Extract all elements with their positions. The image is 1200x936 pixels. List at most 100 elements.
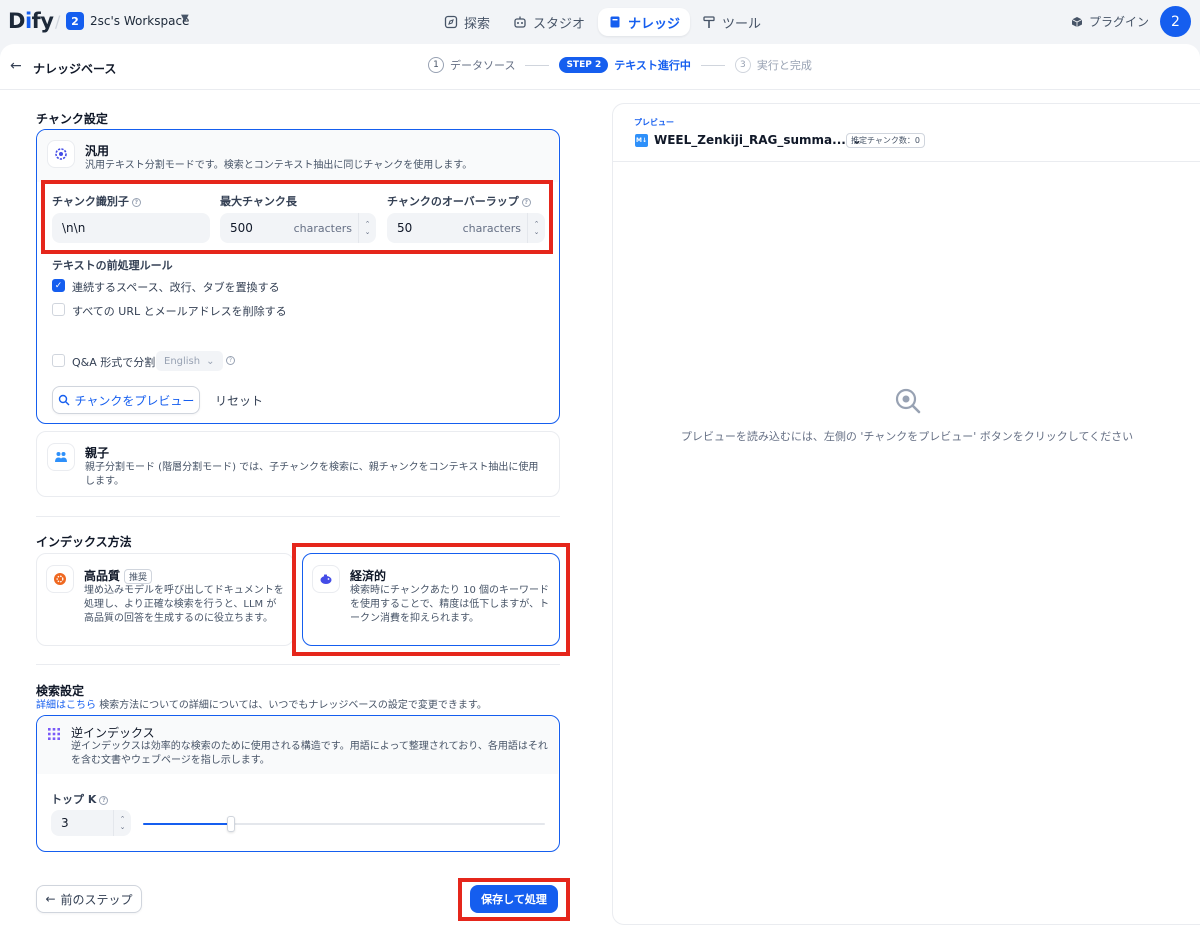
sparkle-icon: [54, 573, 66, 585]
rule1-checkbox[interactable]: ✓: [52, 279, 65, 292]
topk-stepper[interactable]: ⌃ ⌄: [113, 810, 131, 836]
markdown-file-icon: M↓: [635, 133, 648, 147]
search-empty-icon: [895, 388, 921, 414]
avatar[interactable]: 2: [1160, 6, 1191, 37]
nav-explore-label: 探索: [464, 16, 491, 32]
index-method-title: インデックス方法: [36, 535, 132, 549]
step-2-label: テキスト進行中: [614, 59, 691, 72]
high-quality-icon-box: [46, 565, 74, 593]
plugin-button[interactable]: プラグイン: [1071, 13, 1149, 30]
high-quality-desc: 埋め込みモデルを呼び出してドキュメントを処理し、より正確な検索を行うと、LLM …: [84, 585, 284, 624]
preview-pane: プレビュー M↓ WEEL_Zenkiji_RAG_summa... ⌄ 推定チ…: [612, 103, 1200, 925]
compass-icon: [444, 15, 458, 29]
hammer-icon: [703, 16, 715, 28]
inverted-index-desc: 逆インデックスは効率的な検索のために使用される構造です。用語によって整理されてお…: [71, 741, 548, 766]
workspace-name[interactable]: 2sc's Workspace: [90, 14, 189, 28]
preview-file-select[interactable]: M↓ WEEL_Zenkiji_RAG_summa... ⌄: [635, 133, 862, 147]
rule2-checkbox[interactable]: [52, 303, 65, 316]
step-3-number: 3: [734, 57, 751, 73]
grid-dots-icon: [48, 728, 60, 740]
workspace-badge: 2: [66, 12, 84, 30]
parent-child-card[interactable]: 親子 親子分割モード (階層分割モード) では、子チャンクを検索に、親チャンクを…: [36, 431, 560, 497]
cube-icon: [1071, 16, 1083, 27]
highlight-box-chunk-params: [41, 180, 553, 254]
preview-empty-text: プレビューを読み込むには、左側の 'チャンクをプレビュー' ボタンをクリックして…: [680, 430, 1134, 443]
dify-logo[interactable]: Dify: [8, 9, 54, 33]
chevron-down-icon[interactable]: ⌄: [120, 823, 126, 831]
nav-tools[interactable]: ツール: [692, 8, 771, 36]
general-chunk-card[interactable]: 汎用 汎用テキスト分割モードです。検索とコンテキスト抽出に同じチャンクを使用しま…: [36, 129, 560, 424]
learn-more-link[interactable]: 詳細はこちら: [36, 700, 96, 711]
plugin-label: プラグイン: [1089, 15, 1150, 29]
general-card-header: [37, 130, 558, 182]
chevron-up-icon[interactable]: ⌃: [120, 815, 126, 823]
preview-chunks-label: チャンクをプレビュー: [74, 393, 195, 408]
preview-chunks-button[interactable]: チャンクをプレビュー: [52, 386, 200, 414]
topk-value: 3: [61, 816, 69, 830]
rule2-label[interactable]: すべての URL とメールアドレスを削除する: [72, 303, 287, 319]
chunk-settings-title: チャンク設定: [36, 112, 108, 126]
highlight-box-save: [458, 878, 570, 921]
qa-label[interactable]: Q&A 形式で分割: [72, 354, 155, 370]
parent-child-icon-box: [47, 443, 75, 471]
nav-tools-label: ツール: [722, 16, 762, 32]
step-2-pill: STEP 2: [559, 57, 609, 73]
nav-studio-label: スタジオ: [533, 16, 586, 32]
topk-input[interactable]: 3 ⌃ ⌄: [51, 810, 131, 836]
previous-step-button[interactable]: ← 前のステップ: [36, 885, 142, 913]
retrieval-note: 詳細はこちら 検索方法についての詳細については、いつでもナレッジベースの設定で変…: [36, 700, 487, 711]
robot-icon: [514, 16, 526, 28]
preview-label: プレビュー: [634, 118, 674, 127]
estimated-chunk-count: 推定チャンク数：0: [846, 133, 926, 148]
search-zoom-icon: [58, 394, 70, 406]
general-icon-box: [47, 140, 75, 168]
chevron-down-icon: ⌄: [206, 355, 215, 367]
previous-step-label: 前のステップ: [60, 892, 133, 907]
topk-slider-handle[interactable]: [227, 816, 235, 832]
preview-header: プレビュー M↓ WEEL_Zenkiji_RAG_summa... ⌄ 推定チ…: [613, 104, 1200, 162]
topk-label: トップ K?: [51, 791, 109, 807]
rule1-label[interactable]: 連続するスペース、改行、タブを置換する: [72, 279, 280, 295]
back-arrow-icon[interactable]: ←: [10, 58, 22, 74]
page-title: ナレッジベース: [33, 62, 117, 76]
help-icon[interactable]: ?: [99, 795, 109, 805]
section-divider: [36, 664, 560, 665]
header-row: ← ナレッジベース 1 データソース STEP 2 テキスト進行中 3 実行と完…: [0, 44, 1200, 90]
chevron-down-icon[interactable]: ▼: [181, 13, 189, 24]
reset-button[interactable]: リセット: [209, 386, 269, 414]
high-quality-title: 高品質 推奨: [84, 567, 153, 584]
gear-icon: [55, 148, 67, 160]
step-divider: [700, 64, 725, 66]
qa-language-value: English: [164, 355, 201, 367]
section-divider: [36, 516, 560, 517]
preprocess-rules-title: テキストの前処理ルール: [52, 259, 173, 272]
parent-child-desc: 親子分割モード (階層分割モード) では、子チャンクを検索に、親チャンクをコンテ…: [85, 462, 539, 487]
inverted-index-card[interactable]: 逆インデックス 逆インデックスは効率的な検索のために使用される構造です。用語によ…: [36, 715, 560, 852]
arrow-left-icon: ←: [45, 892, 56, 906]
parent-child-title: 親子: [85, 446, 110, 460]
step-divider: [525, 64, 550, 66]
general-desc: 汎用テキスト分割モードです。検索とコンテキスト抽出に同じチャンクを使用します。: [85, 160, 473, 171]
preview-file-name: WEEL_Zenkiji_RAG_summa...: [654, 133, 846, 147]
highlight-box-economy: [292, 543, 570, 656]
step-indicator: 1 データソース STEP 2 テキスト進行中 3 実行と完成: [428, 57, 812, 73]
step-1-label: データソース: [450, 59, 516, 72]
general-title: 汎用: [85, 144, 110, 158]
users-icon: [55, 452, 67, 462]
qa-checkbox[interactable]: [52, 354, 65, 367]
book-icon: [610, 16, 620, 28]
qa-language-select[interactable]: English ⌄: [156, 351, 223, 371]
inverted-index-title: 逆インデックス: [71, 726, 155, 740]
nav-studio[interactable]: スタジオ: [503, 8, 595, 36]
nav-explore[interactable]: 探索: [434, 8, 500, 36]
high-quality-card[interactable]: 高品質 推奨 埋め込みモデルを呼び出してドキュメントを処理し、より正確な検索を行う…: [36, 553, 294, 646]
topk-slider-fill: [143, 823, 231, 825]
nav-knowledge[interactable]: ナレッジ: [598, 8, 691, 36]
main-panel: ← ナレッジベース 1 データソース STEP 2 テキスト進行中 3 実行と完…: [0, 44, 1200, 936]
top-nav: Dify / 2 2sc's Workspace ▼ 探索 スタジオ ナレッジ …: [0, 0, 1200, 44]
nav-knowledge-label: ナレッジ: [628, 16, 681, 32]
help-icon[interactable]: ?: [226, 356, 235, 365]
step-1-number: 1: [428, 57, 444, 73]
step-3-label: 実行と完成: [756, 59, 812, 72]
retrieval-settings-title: 検索設定: [36, 684, 85, 698]
